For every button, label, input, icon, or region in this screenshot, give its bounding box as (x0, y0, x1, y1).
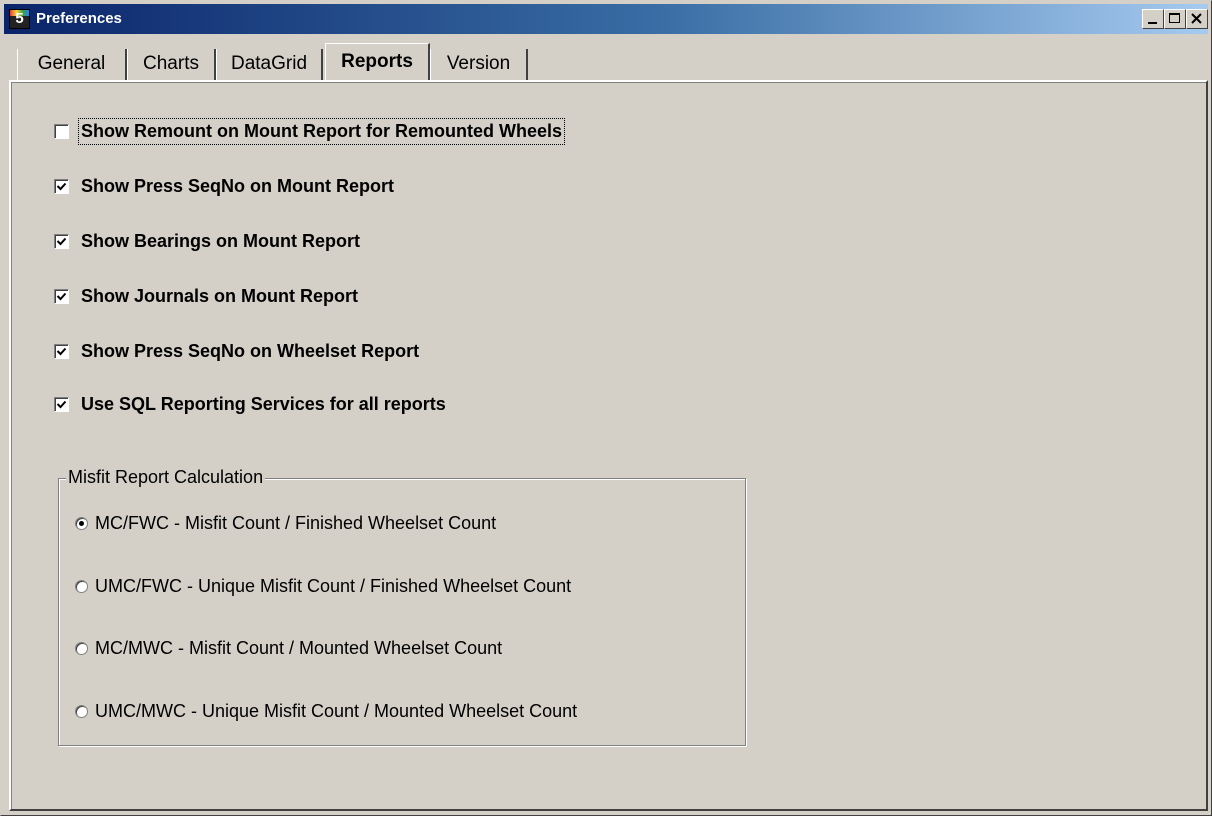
radio-umc-fwc[interactable]: UMC/FWC - Unique Misfit Count / Finished… (75, 574, 571, 598)
tab-charts[interactable]: Charts (127, 49, 216, 81)
checkbox[interactable] (54, 233, 69, 249)
radio-label: UMC/FWC - Unique Misfit Count / Finished… (95, 575, 572, 596)
radio-button[interactable] (75, 641, 88, 655)
maximize-icon (1169, 13, 1180, 23)
option-show-remount[interactable]: Show Remount on Mount Report for Remount… (54, 117, 565, 145)
option-label: Show Journals on Mount Report (81, 285, 358, 306)
preferences-window: 5 Preferences General Charts DataGrid Re… (0, 0, 1212, 816)
option-label: Use SQL Reporting Services for all repor… (81, 393, 446, 414)
radio-button[interactable] (75, 516, 88, 530)
radio-label: MC/MWC - Misfit Count / Mounted Wheelset… (95, 637, 503, 658)
close-button[interactable] (1186, 9, 1208, 29)
radio-selected-dot (79, 520, 84, 526)
window-title: Preferences (36, 10, 122, 27)
checkbox[interactable] (54, 123, 69, 139)
option-label: Show Bearings on Mount Report (81, 230, 360, 251)
minimize-button[interactable] (1142, 9, 1164, 29)
check-icon (56, 237, 67, 245)
check-icon (56, 182, 67, 190)
radio-button[interactable] (75, 704, 88, 718)
option-show-journals[interactable]: Show Journals on Mount Report (54, 284, 358, 308)
option-show-bearings[interactable]: Show Bearings on Mount Report (54, 229, 360, 253)
option-label: Show Press SeqNo on Wheelset Report (81, 340, 420, 361)
option-show-press-seqno-mount[interactable]: Show Press SeqNo on Mount Report (54, 174, 394, 198)
checkbox[interactable] (54, 396, 69, 412)
tab-datagrid[interactable]: DataGrid (216, 49, 323, 81)
tab-general[interactable]: General (17, 49, 127, 81)
title-bar[interactable]: 5 Preferences (4, 4, 1208, 34)
maximize-button[interactable] (1164, 9, 1186, 29)
radio-umc-mwc[interactable]: UMC/MWC - Unique Misfit Count / Mounted … (75, 699, 577, 723)
minimize-icon (1148, 22, 1157, 24)
radio-mc-mwc[interactable]: MC/MWC - Misfit Count / Mounted Wheelset… (75, 636, 502, 660)
option-use-sql-reporting[interactable]: Use SQL Reporting Services for all repor… (54, 392, 446, 416)
tab-strip: General Charts DataGrid Reports Version (11, 41, 1211, 81)
radio-label: UMC/MWC - Unique Misfit Count / Mounted … (95, 700, 578, 721)
option-label: Show Press SeqNo on Mount Report (81, 175, 395, 196)
app-icon: 5 (9, 9, 30, 29)
checkbox[interactable] (54, 178, 69, 194)
option-show-press-seqno-wheelset[interactable]: Show Press SeqNo on Wheelset Report (54, 339, 419, 363)
check-icon (56, 400, 67, 408)
checkbox[interactable] (54, 288, 69, 304)
check-icon (56, 292, 67, 300)
tab-reports[interactable]: Reports (325, 43, 430, 81)
close-icon (1191, 13, 1202, 24)
radio-mc-fwc[interactable]: MC/FWC - Misfit Count / Finished Wheelse… (75, 511, 496, 535)
checkbox[interactable] (54, 343, 69, 359)
check-icon (56, 347, 67, 355)
option-label: Show Remount on Mount Report for Remount… (78, 117, 565, 145)
radio-button[interactable] (75, 579, 88, 593)
radio-label: MC/FWC - Misfit Count / Finished Wheelse… (95, 512, 497, 533)
misfit-groupbox-legend: Misfit Report Calculation (66, 467, 266, 488)
tab-version[interactable]: Version (430, 49, 528, 81)
